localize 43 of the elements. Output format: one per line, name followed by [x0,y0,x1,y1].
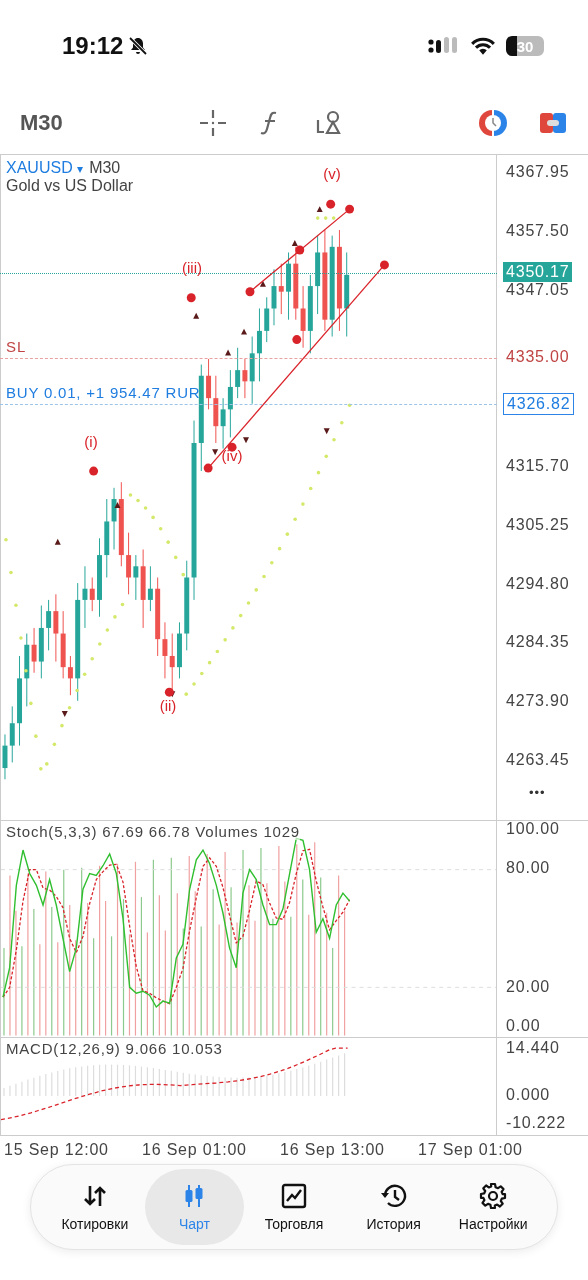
position-label: BUY 0.01, +1 954.47 RUR [6,384,201,402]
nav-tab[interactable]: Котировки [45,1169,145,1245]
macd-tick: -10.222 [506,1114,566,1132]
wave-label: (iii) [181,259,203,276]
chart-timeframe: M30 [89,159,121,177]
price-tick: 4294.80 [506,574,570,593]
time-tick: 15 Sep 12:00 [4,1141,110,1159]
wave-label: (i) [83,433,99,450]
nav-tab[interactable]: Настройки [443,1169,543,1245]
current-price-tag: 4350.17 [503,262,573,283]
stochastic-legend: Stoch(5,3,3) 67.69 66.78 Volumes 1029 [6,823,300,840]
symbol-selector[interactable]: XAUUSD ▾ [6,159,84,177]
price-tick: 4273.90 [506,692,570,711]
wave-label: (ii) [158,697,178,714]
nav-tab[interactable]: Торговля [244,1169,344,1245]
time-tick: 16 Sep 01:00 [142,1141,248,1159]
stop-loss-label: SL [6,338,27,356]
price-tick: 4305.25 [506,515,570,534]
price-tick: 4347.05 [506,280,570,299]
stochastic-tick: 80.00 [506,859,551,878]
price-tick: 4315.70 [506,457,570,475]
stochastic-tick: 20.00 [506,977,551,996]
macd-legend: MACD(12,26,9) 9.066 10.053 [6,1040,223,1057]
macd-tick: 0.000 [506,1086,551,1104]
stop-loss-price: 4335.00 [505,347,571,368]
timeframe-button[interactable]: M30 [20,110,63,136]
price-tick: 4263.45 [506,751,570,769]
price-tick: 4357.50 [506,221,570,240]
stochastic-tick: 0.00 [506,1017,541,1035]
wave-label: (v) [322,165,342,182]
time-tick: 17 Sep 01:00 [418,1141,524,1159]
status-time: 19:12 [62,32,124,60]
battery-indicator: 30 [506,36,544,56]
more-button[interactable]: ••• [529,785,546,800]
wave-label: (iv) [220,447,244,464]
macd-tick: 14.440 [506,1039,560,1057]
symbol-description: Gold vs US Dollar [6,177,134,195]
position-price-tag: 4326.82 [503,393,575,416]
nav-tab[interactable]: История [343,1169,444,1245]
price-tick: 4367.95 [506,163,570,181]
time-tick: 16 Sep 13:00 [280,1141,386,1159]
price-tick: 4284.35 [506,633,570,652]
stochastic-tick: 100.00 [506,821,560,838]
